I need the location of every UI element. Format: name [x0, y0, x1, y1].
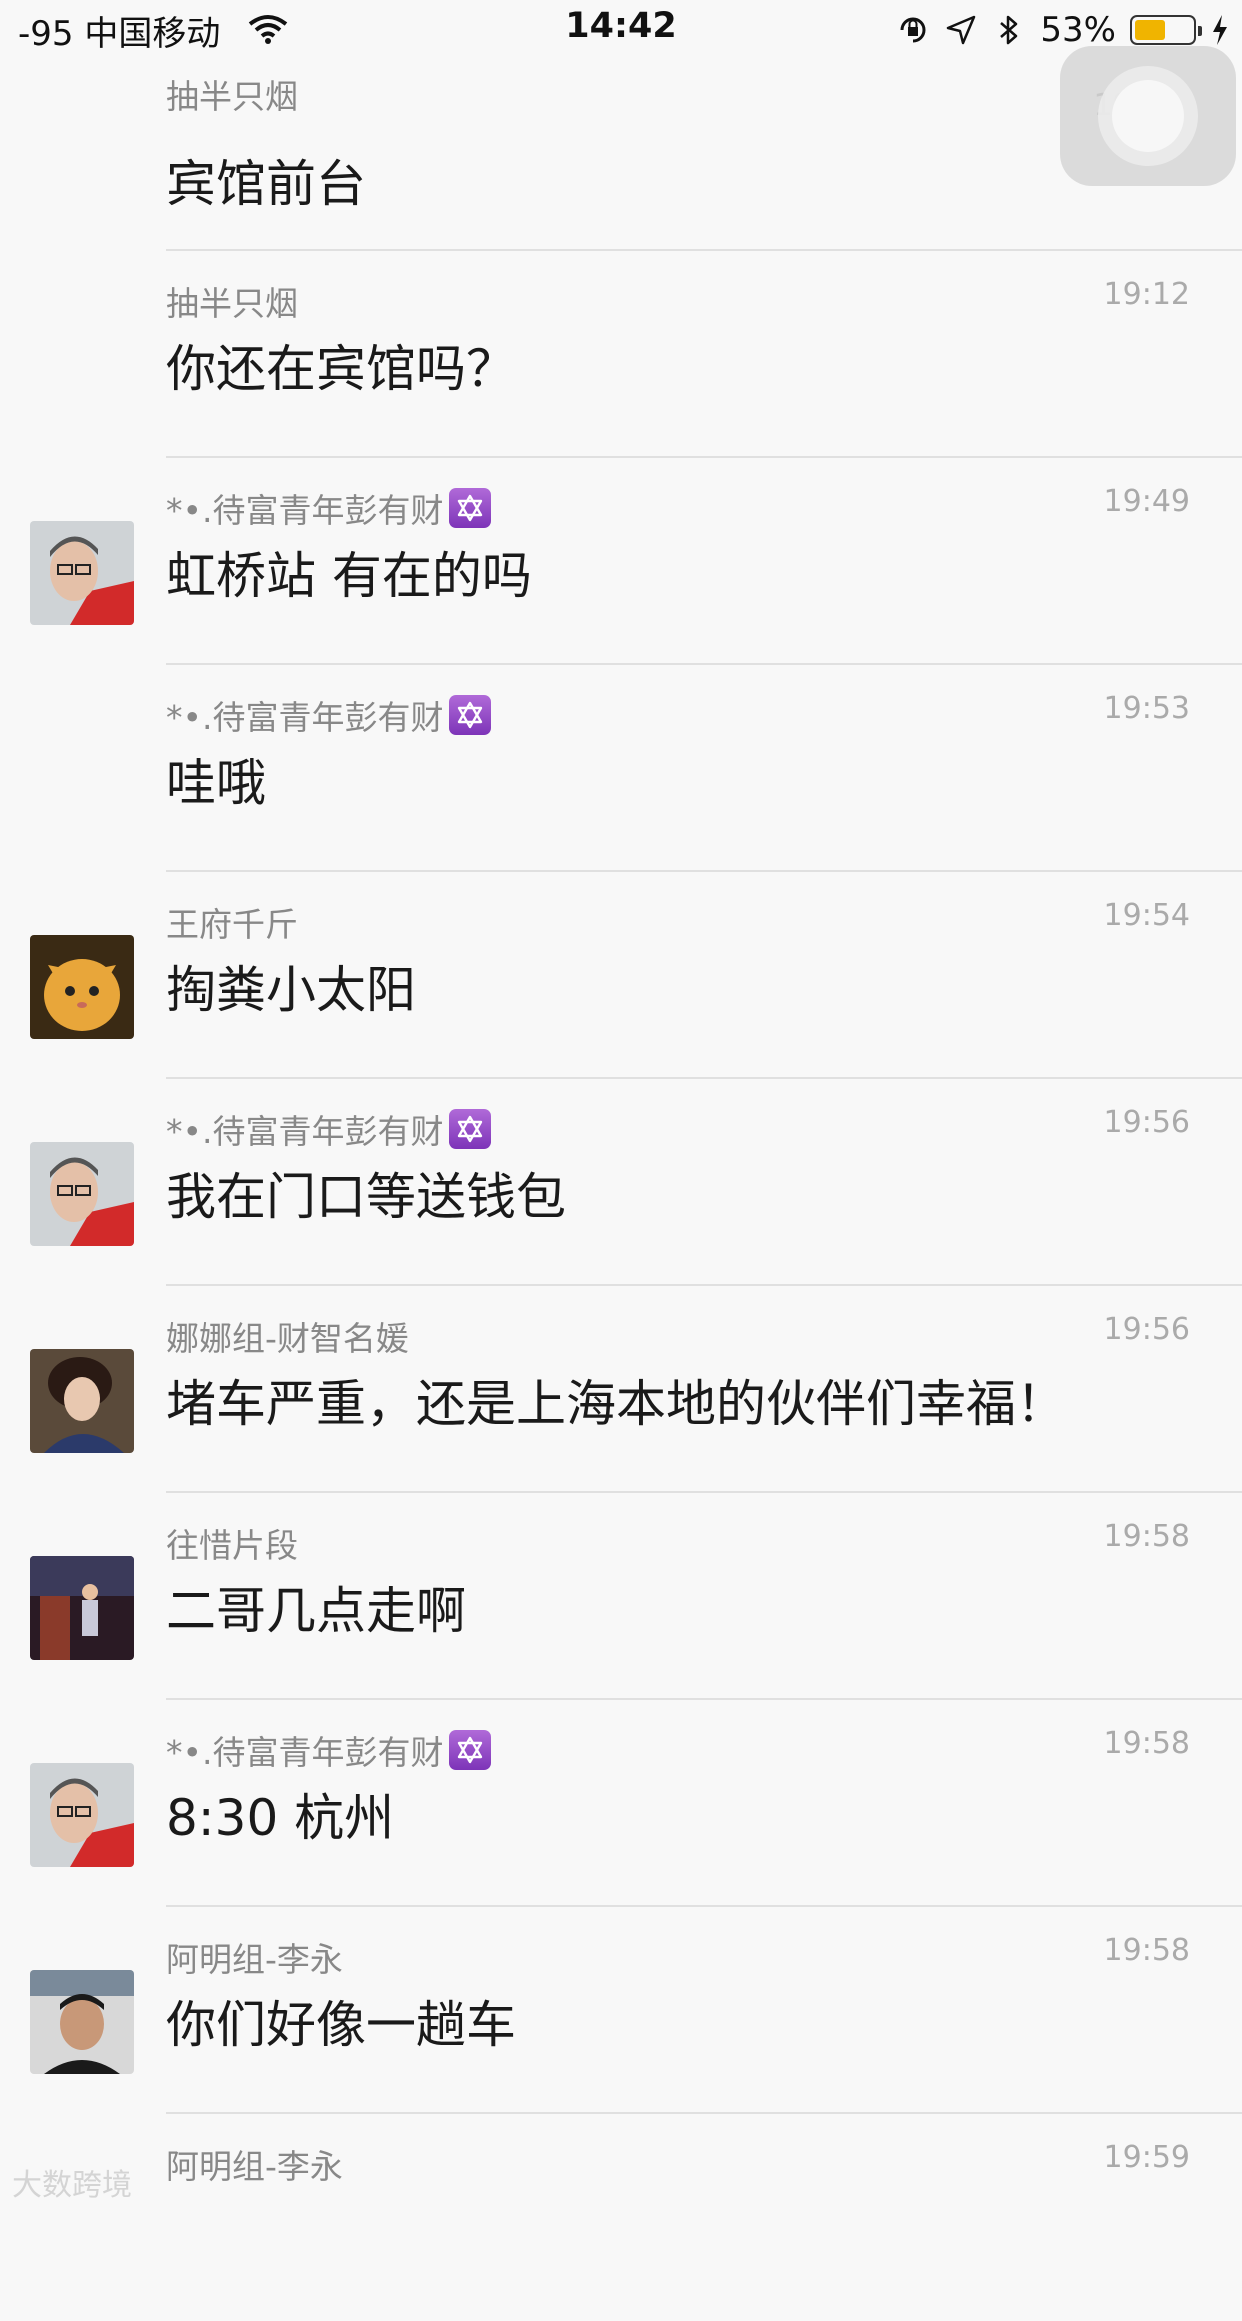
battery-level-fill [1135, 20, 1165, 40]
message-time: 19:58 [1103, 1726, 1190, 1761]
message-row[interactable]: *•.待富青年彭有财 19:58 8:30 杭州 [0, 1700, 1242, 1907]
sender-name: *•.待富青年彭有财 [166, 691, 492, 739]
message-row[interactable]: 抽半只烟19:11宾馆前台 [0, 62, 1242, 251]
message-row[interactable]: 阿明组-李永 19:58 你们好像一趟车 [0, 1907, 1242, 2114]
message-text: 我在门口等送钱包 [166, 1168, 566, 1226]
star-badge-icon [449, 1109, 492, 1149]
avatar[interactable] [30, 1970, 134, 2074]
sender-name: 娜娜组-财智名媛 [166, 1312, 409, 1360]
avatar[interactable] [30, 935, 134, 1039]
assistive-touch-button[interactable] [1060, 46, 1236, 186]
message-time: 19:58 [1103, 1933, 1190, 1968]
message-row[interactable]: 阿明组-李永 19:59 [0, 2114, 1242, 2321]
charging-bolt-icon [1213, 15, 1227, 45]
message-text: 二哥几点走啊 [166, 1582, 466, 1640]
message-row[interactable]: 抽半只烟 19:12 你还在宾馆吗？ [0, 251, 1242, 458]
message-time: 19:12 [1103, 277, 1190, 312]
message-text: 堵车严重，还是上海本地的伙伴们幸福！ [166, 1375, 1066, 1433]
message-time: 19:53 [1103, 691, 1190, 726]
sender-name-text: 往惜片段 [166, 1526, 298, 1565]
star-badge-icon [449, 1730, 492, 1770]
sender-name-text: 娜娜组-财智名媛 [166, 1319, 409, 1358]
message-text: 哇哦 [166, 754, 266, 812]
message-time: 19:59 [1103, 2140, 1190, 2175]
message-time: 19:54 [1103, 898, 1190, 933]
star-badge-icon [449, 488, 492, 528]
sender-name-text: 王府千斤 [166, 905, 298, 944]
sender-name-text: *•.待富青年彭有财 [166, 1112, 444, 1151]
sender-name: 阿明组-李永 [166, 1933, 343, 1981]
message-row[interactable]: 王府千斤 19:54 掏粪小太阳 [0, 872, 1242, 1079]
bluetooth-icon [1000, 15, 1018, 45]
message-text: 8:30 杭州 [166, 1789, 395, 1847]
message-text: 你们好像一趟车 [166, 1996, 516, 2054]
avatar[interactable] [30, 1349, 134, 1453]
sender-name-text: 阿明组-李永 [166, 1940, 343, 1979]
message-list[interactable]: 抽半只烟19:11宾馆前台抽半只烟19:12你还在宾馆吗？*•.待富青年彭有财1… [0, 62, 1242, 2321]
avatar[interactable] [30, 521, 134, 625]
avatar[interactable] [30, 1556, 134, 1660]
battery-icon [1130, 15, 1202, 45]
sender-name: 王府千斤 [166, 898, 298, 946]
orientation-lock-icon [900, 17, 926, 43]
sender-name: *•.待富青年彭有财 [166, 1726, 492, 1774]
message-text: 掏粪小太阳 [166, 961, 416, 1019]
message-row[interactable]: 娜娜组-财智名媛 19:56 堵车严重，还是上海本地的伙伴们幸福！ [0, 1286, 1242, 1493]
message-time: 19:56 [1103, 1105, 1190, 1140]
message-time: 19:56 [1103, 1312, 1190, 1347]
sender-name: 往惜片段 [166, 1519, 298, 1567]
sender-name-text: *•.待富青年彭有财 [166, 1733, 444, 1772]
avatar[interactable] [30, 1142, 134, 1246]
sender-name: *•.待富青年彭有财 [166, 484, 492, 532]
sender-name-text: 阿明组-李永 [166, 2147, 343, 2186]
sender-name: *•.待富青年彭有财 [166, 1105, 492, 1153]
sender-name: 阿明组-李永 [166, 2140, 343, 2188]
message-text: 宾馆前台 [166, 155, 366, 213]
location-arrow-icon [947, 15, 976, 45]
avatar[interactable] [30, 1763, 134, 1867]
watermark: 大数跨境 [12, 2168, 132, 2203]
sender-name: 抽半只烟 [166, 277, 298, 325]
sender-name-text: 抽半只烟 [166, 77, 298, 116]
battery-percent: 53% [1040, 10, 1116, 50]
message-row[interactable]: *•.待富青年彭有财 19:53 哇哦 [0, 665, 1242, 872]
message-time: 19:58 [1103, 1519, 1190, 1554]
sender-name: 抽半只烟 [166, 70, 298, 118]
sender-name-text: 抽半只烟 [166, 284, 298, 323]
message-row[interactable]: *•.待富青年彭有财 19:49 虹桥站 有在的吗 [0, 458, 1242, 665]
status-bar: -95 中国移动 14:42 53% [0, 0, 1242, 62]
message-text: 你还在宾馆吗？ [166, 340, 516, 398]
sender-name-text: *•.待富青年彭有财 [166, 491, 444, 530]
message-row[interactable]: *•.待富青年彭有财 19:56 我在门口等送钱包 [0, 1079, 1242, 1286]
star-badge-icon [449, 695, 492, 735]
message-time: 19:49 [1103, 484, 1190, 519]
message-text: 虹桥站 有在的吗 [166, 547, 532, 605]
sender-name-text: *•.待富青年彭有财 [166, 698, 444, 737]
message-row[interactable]: 往惜片段 19:58 二哥几点走啊 [0, 1493, 1242, 1700]
